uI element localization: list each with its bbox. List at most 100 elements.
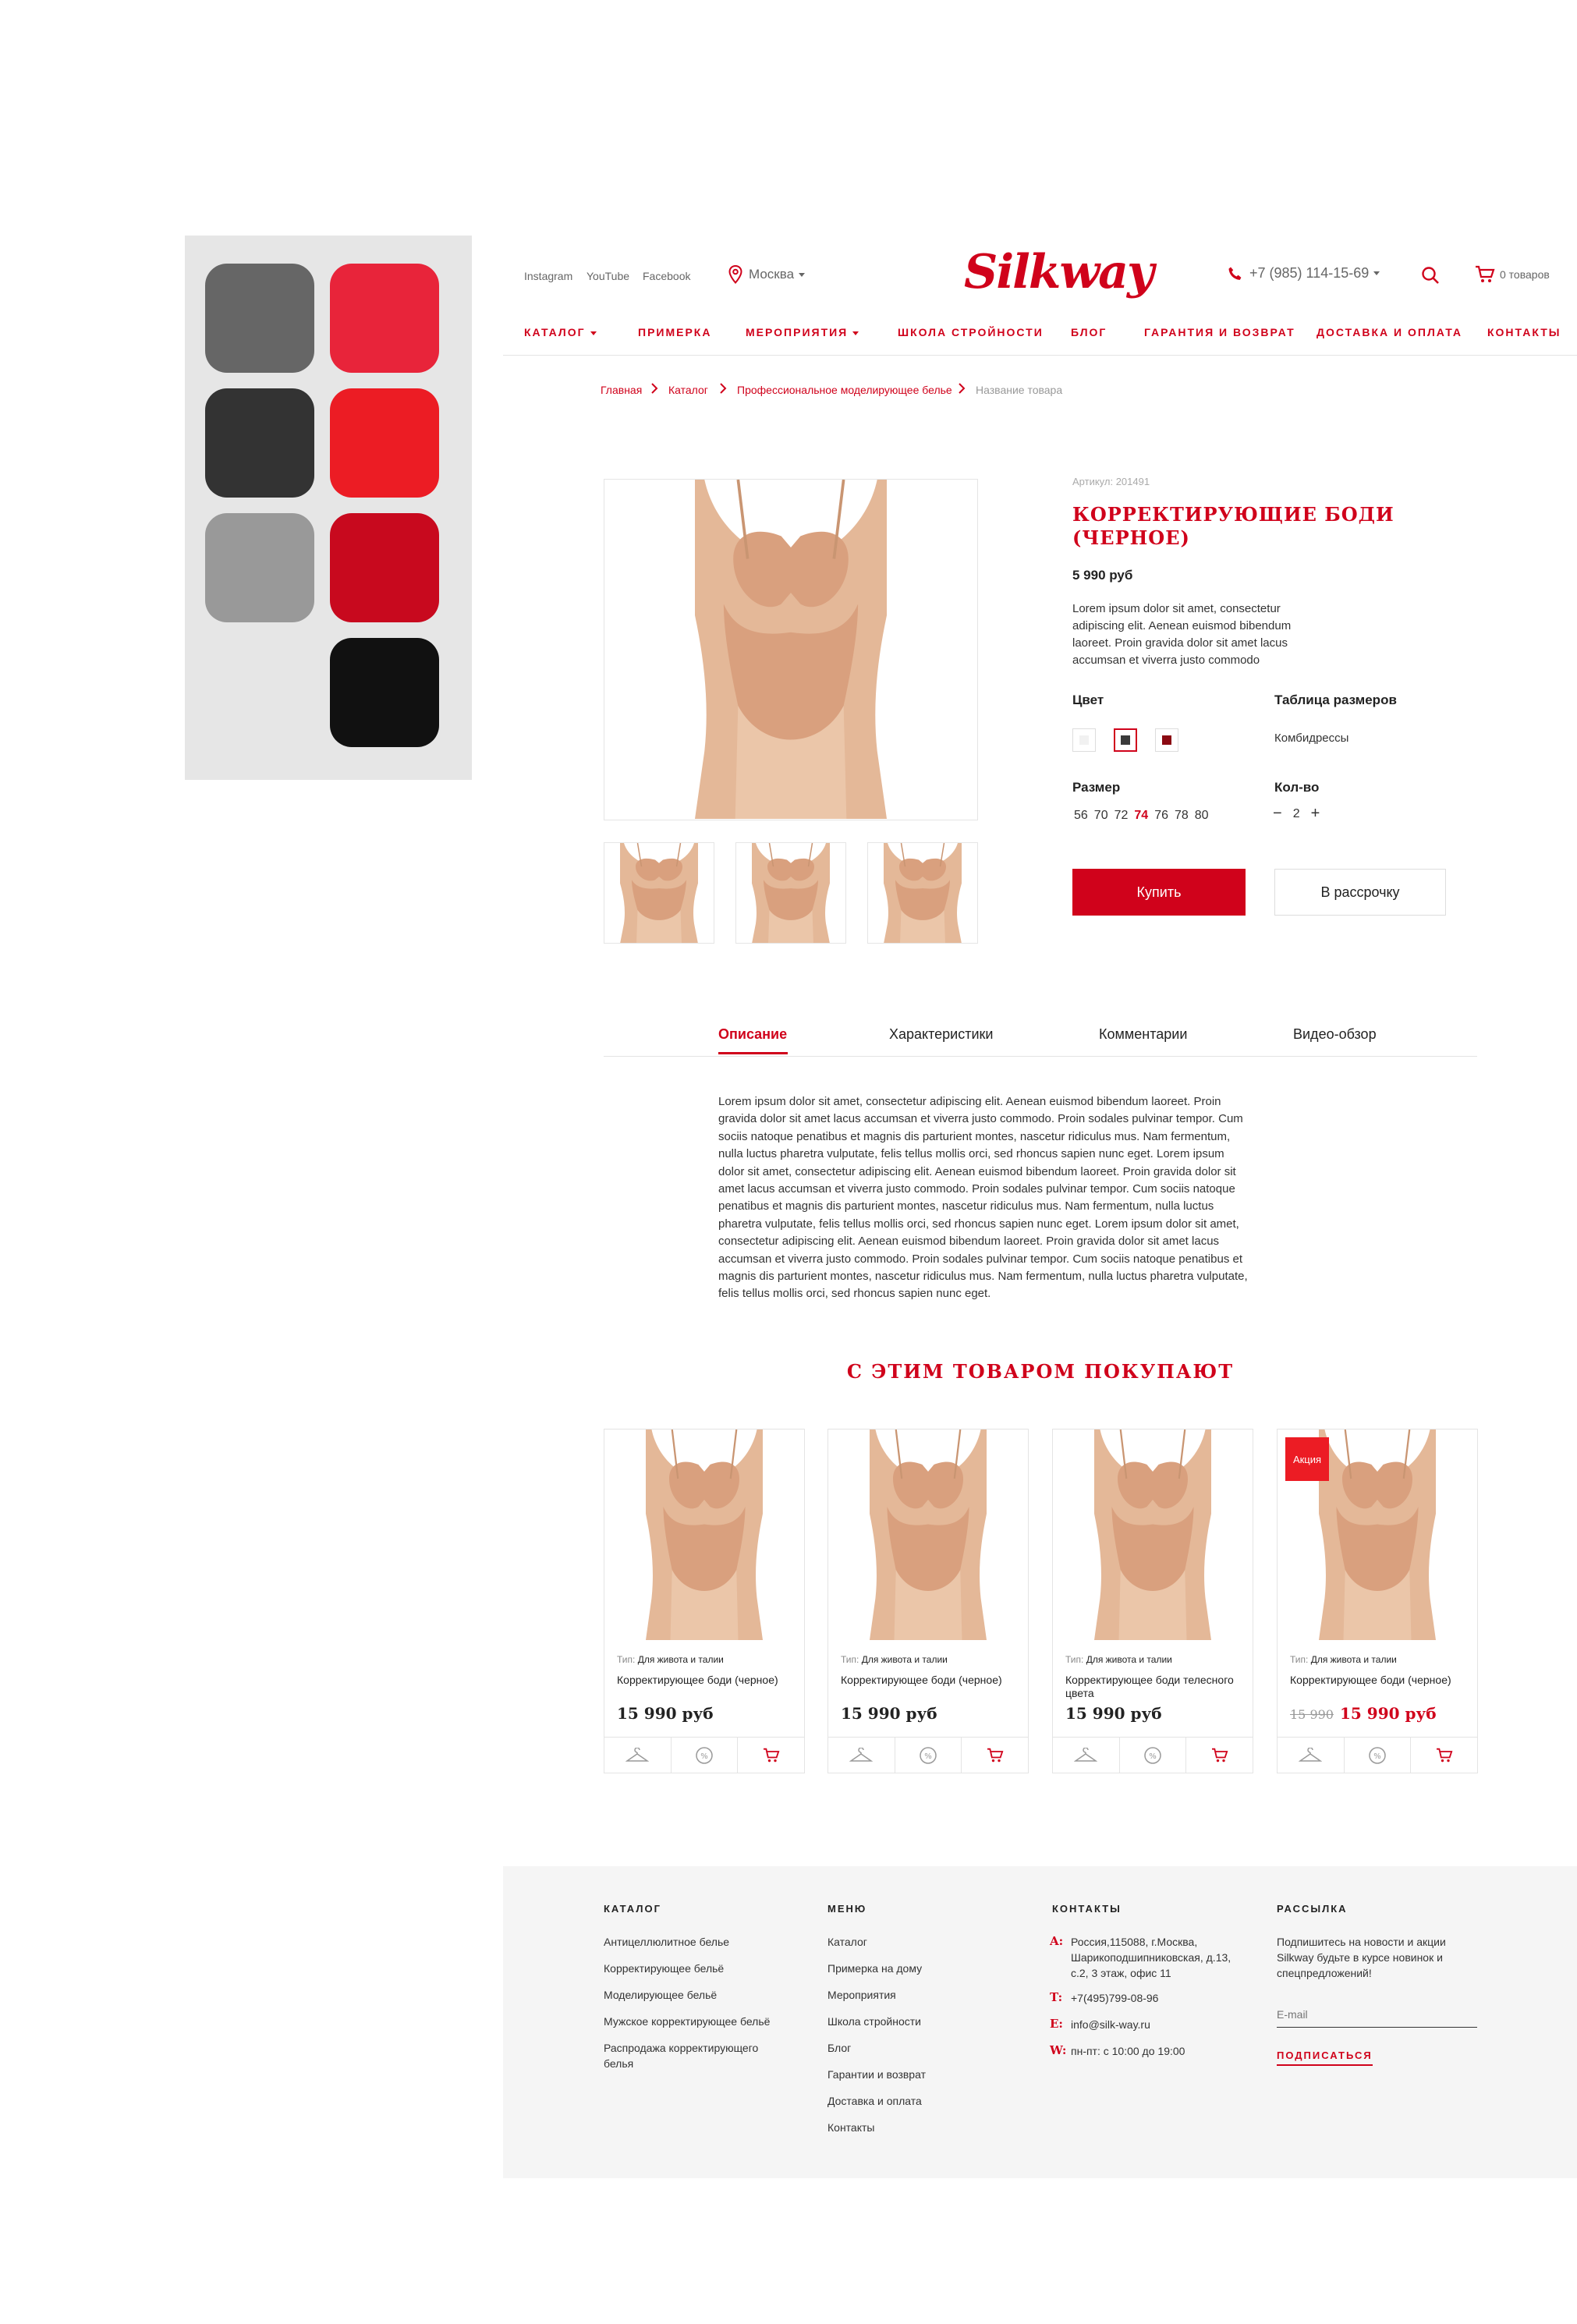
breadcrumb-catalog[interactable]: Каталог [668, 384, 708, 396]
footer-email[interactable]: info@silk-way.ru [1071, 2017, 1150, 2032]
subscribe-button[interactable]: ПОДПИСАТЬСЯ [1277, 2049, 1373, 2066]
product-card-price: 15 990 руб [1065, 1704, 1162, 1723]
footer-catalog-link[interactable]: Корректирующее бельё [604, 1962, 724, 1975]
product-card-old-price: 15 990 [1290, 1707, 1334, 1722]
description-line: Lorem ipsum dolor sit amet, consectetur … [718, 1095, 1221, 1108]
bodysuit-photo [1093, 1429, 1213, 1640]
product-thumbnail[interactable] [604, 842, 714, 944]
product-card-type: Тип: Для живота и талии [841, 1654, 948, 1665]
footer-menu-link[interactable]: Блог [827, 2042, 851, 2054]
description-line: accumsan et viverra justo commodo. Proin… [718, 1252, 1243, 1266]
add-to-cart-button[interactable] [1186, 1738, 1253, 1773]
size-option[interactable]: 72 [1115, 809, 1129, 823]
svg-text:%: % [924, 1752, 932, 1761]
installment-percent-button[interactable]: % [1120, 1738, 1187, 1773]
tab-characteristics[interactable]: Характеристики [889, 1026, 993, 1043]
nav-contacts[interactable]: КОНТАКТЫ [1487, 326, 1561, 338]
nav-warranty[interactable]: ГАРАНТИЯ И ВОЗВРАТ [1144, 326, 1295, 338]
installment-percent-button[interactable]: % [1345, 1738, 1412, 1773]
percent-icon: % [1144, 1746, 1161, 1764]
size-option[interactable]: 80 [1195, 809, 1209, 823]
palette-swatch [330, 388, 439, 498]
footer-phone[interactable]: +7(495)799-08-96 [1071, 1990, 1158, 2006]
product-card[interactable]: Тип: Для живота и талии Корректирующее б… [827, 1429, 1029, 1773]
size-option[interactable]: 78 [1175, 809, 1189, 823]
try-on-button[interactable] [828, 1738, 895, 1773]
nav-events[interactable]: МЕРОПРИЯТИЯ [746, 326, 859, 338]
svg-text:%: % [700, 1752, 708, 1761]
footer-menu-link[interactable]: Гарантии и возврат [827, 2068, 926, 2081]
footer-menu-link[interactable]: Контакты [827, 2121, 874, 2134]
try-on-button[interactable] [604, 1738, 672, 1773]
breadcrumb-home[interactable]: Главная [601, 384, 642, 396]
hanger-icon [1299, 1747, 1323, 1762]
quantity-decrease-button[interactable]: − [1273, 805, 1282, 823]
size-table-link[interactable]: Таблица размеров [1274, 693, 1397, 708]
size-option-selected[interactable]: 74 [1134, 809, 1148, 823]
footer-menu-link[interactable]: Каталог [827, 1936, 867, 1948]
nav-fitting[interactable]: ПРИМЕРКА [638, 326, 711, 338]
footer-catalog-link[interactable]: Мужское корректирующее бельё [604, 2015, 770, 2028]
size-option[interactable]: 70 [1094, 809, 1108, 823]
product-card[interactable]: Тип: Для живота и талии Корректирующее б… [1052, 1429, 1253, 1773]
quantity-increase-button[interactable]: + [1311, 805, 1320, 823]
type-prefix: Тип: [1065, 1654, 1084, 1665]
size-table-value: Комбидрессы [1274, 732, 1349, 745]
instagram-link[interactable]: Instagram [524, 270, 572, 282]
product-thumbnail[interactable] [867, 842, 978, 944]
nav-catalog[interactable]: КАТАЛОГ [524, 326, 597, 338]
try-on-button[interactable] [1053, 1738, 1120, 1773]
nav-blog[interactable]: БЛОГ [1071, 326, 1107, 338]
footer-menu-heading: МЕНЮ [827, 1903, 867, 1915]
newsletter-line: спецпредложений! [1277, 1967, 1372, 1979]
phone-dropdown[interactable]: +7 (985) 114-15-69 [1228, 265, 1380, 282]
add-to-cart-button[interactable] [738, 1738, 804, 1773]
add-to-cart-button[interactable] [1411, 1738, 1477, 1773]
product-card[interactable]: Тип: Для живота и талии Корректирующее б… [604, 1429, 805, 1773]
color-option-black[interactable] [1114, 728, 1137, 752]
nav-label: МЕРОПРИЯТИЯ [746, 326, 849, 338]
hanger-icon [849, 1747, 874, 1762]
footer-catalog-link[interactable]: Антицеллюлитное белье [604, 1936, 729, 1948]
nav-slimness-school[interactable]: ШКОЛА СТРОЙНОСТИ [898, 326, 1044, 338]
product-card[interactable]: Акция Тип: Для живота и талии Корректиру… [1277, 1429, 1478, 1773]
search-icon[interactable] [1421, 266, 1440, 285]
tab-comments[interactable]: Комментарии [1099, 1026, 1187, 1043]
description-line: consectetur adipiscing elit. Aenean euis… [718, 1235, 1220, 1249]
buy-button[interactable]: Купить [1072, 869, 1246, 916]
footer-menu-link[interactable]: Школа стройности [827, 2015, 921, 2028]
logo[interactable]: Silkway [964, 245, 1154, 299]
tab-video-review[interactable]: Видео-обзор [1293, 1026, 1377, 1043]
size-option[interactable]: 76 [1154, 809, 1168, 823]
product-main-photo[interactable] [604, 479, 978, 820]
type-prefix: Тип: [617, 1654, 636, 1665]
footer-catalog-link[interactable]: Распродажа корректирующего [604, 2042, 758, 2054]
product-thumbnail[interactable] [735, 842, 846, 944]
color-dot [1121, 735, 1130, 745]
tab-description[interactable]: Описание [718, 1026, 787, 1043]
facebook-link[interactable]: Facebook [643, 270, 690, 282]
description-line: amet lacus accumsan et viverra justo com… [718, 1182, 1235, 1196]
cart-button[interactable]: 0 товаров [1475, 265, 1550, 284]
newsletter-email-input[interactable] [1277, 2001, 1477, 2028]
nav-delivery[interactable]: ДОСТАВКА И ОПЛАТА [1317, 326, 1462, 338]
try-on-button[interactable] [1278, 1738, 1345, 1773]
footer-menu-link[interactable]: Доставка и оплата [827, 2095, 922, 2107]
size-option[interactable]: 56 [1074, 809, 1088, 823]
add-to-cart-button[interactable] [962, 1738, 1028, 1773]
footer-menu-link[interactable]: Примерка на дому [827, 1962, 922, 1975]
type-value: Для живота и талии [861, 1654, 948, 1665]
installment-button[interactable]: В рассрочку [1274, 869, 1446, 916]
youtube-link[interactable]: YouTube [587, 270, 629, 282]
breadcrumb-category[interactable]: Профессиональное моделирующее белье [737, 384, 952, 396]
footer-catalog-link[interactable]: Моделирующее бельё [604, 1989, 717, 2001]
city-selector[interactable]: Москва [728, 265, 806, 284]
footer-catalog-link[interactable]: белья [604, 2057, 633, 2070]
color-option-burgundy[interactable] [1155, 728, 1178, 752]
installment-percent-button[interactable]: % [672, 1738, 739, 1773]
footer-contacts-heading: КОНТАКТЫ [1052, 1903, 1122, 1915]
header-divider [503, 355, 1577, 356]
footer-menu-link[interactable]: Мероприятия [827, 1989, 896, 2001]
color-option-white[interactable] [1072, 728, 1096, 752]
installment-percent-button[interactable]: % [895, 1738, 962, 1773]
